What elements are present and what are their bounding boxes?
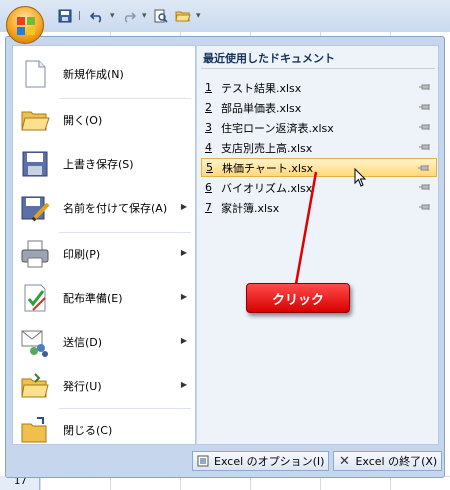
annotation-callout: クリック [246,283,350,313]
mouse-cursor-icon [354,168,367,187]
annotation-arrow [294,171,318,285]
